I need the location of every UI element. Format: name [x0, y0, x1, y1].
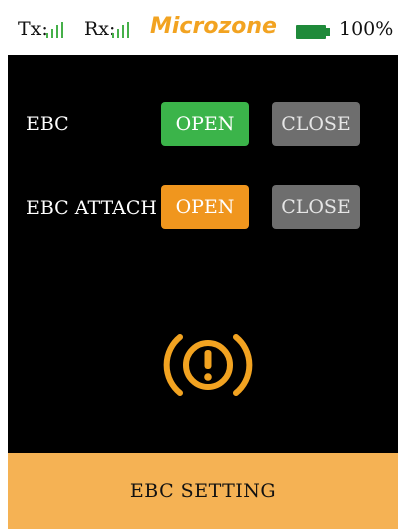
battery-tip: [326, 28, 330, 36]
footer-bar: EBC SETTING: [8, 453, 398, 529]
brand-logo: Microzone: [150, 14, 277, 39]
main-panel: EBC OPEN CLOSE EBC ATTACH OPEN CLOSE: [8, 55, 398, 453]
page-title: EBC SETTING: [129, 480, 277, 502]
status-bar: Tx: Rx: Microzone 100%: [0, 0, 400, 55]
rx-label: Rx:: [84, 18, 116, 40]
ebc-label: EBC: [26, 113, 69, 135]
battery-percent: 100%: [339, 18, 394, 40]
tx-signal-icon: [46, 22, 64, 38]
ebc-close-button[interactable]: CLOSE: [272, 102, 360, 146]
ebc-open-button[interactable]: OPEN: [161, 102, 249, 146]
ebc-attach-label: EBC ATTACH: [26, 197, 157, 219]
screen: Tx: Rx: Microzone 100% EBC OPEN CLOSE EB…: [0, 0, 400, 529]
tx-label: Tx:: [18, 18, 48, 40]
rx-signal-icon: [112, 22, 130, 38]
ebc-attach-open-button[interactable]: OPEN: [161, 185, 249, 229]
ebc-attach-close-button[interactable]: CLOSE: [272, 185, 360, 229]
brake-warning-icon: [163, 334, 253, 396]
battery-icon: [296, 25, 326, 39]
